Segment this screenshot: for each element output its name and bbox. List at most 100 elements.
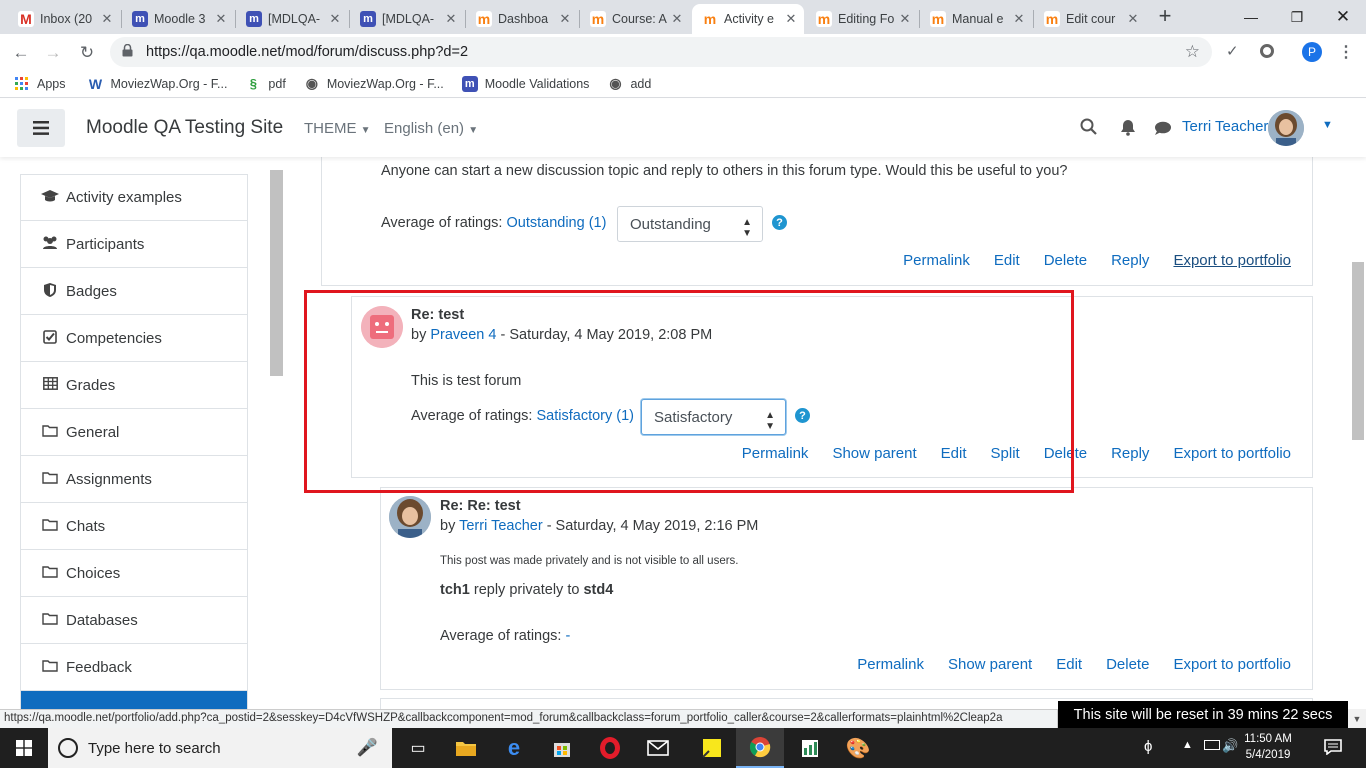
new-tab-plus-icon[interactable]: + xyxy=(1152,4,1178,30)
file-explorer-icon[interactable] xyxy=(442,728,490,768)
tab-inbox[interactable]: M Inbox (20 ✕ xyxy=(8,4,120,34)
reply-link[interactable]: Reply xyxy=(1111,252,1149,269)
author-link[interactable]: Terri Teacher xyxy=(459,518,543,534)
reply-link[interactable]: Reply xyxy=(1111,445,1149,462)
sidebar-item-chats[interactable]: Chats xyxy=(20,503,248,550)
eyedropper-extension-icon[interactable]: ✓ xyxy=(1226,42,1239,60)
messages-chat-icon[interactable] xyxy=(1154,121,1172,139)
bookmark-add[interactable]: ◉ add xyxy=(607,75,651,92)
restore-icon[interactable]: ❐ xyxy=(1274,0,1320,34)
export-portfolio-link[interactable]: Export to portfolio xyxy=(1173,445,1291,462)
sidebar-item-badges[interactable]: Badges xyxy=(20,268,248,315)
sidebar-item-participants[interactable]: Participants xyxy=(20,221,248,268)
paint-icon[interactable]: 🎨 xyxy=(834,728,882,768)
page-scrollbar-thumb[interactable] xyxy=(1352,262,1364,440)
tab-editing-forum[interactable]: m Editing Fo ✕ xyxy=(806,4,918,34)
user-avatar[interactable] xyxy=(1268,110,1304,146)
browser-menu-icon[interactable]: ⋮ xyxy=(1338,42,1354,62)
delete-link[interactable]: Delete xyxy=(1106,656,1149,673)
tray-expand-icon[interactable]: ▲ xyxy=(1182,739,1193,751)
back-arrow-icon[interactable]: ← xyxy=(10,42,32,64)
bookmark-moviezwap-1[interactable]: W MoviezWap.Org - F... xyxy=(88,76,228,92)
sidebar-item-general[interactable]: General xyxy=(20,409,248,456)
bookmark-star-icon[interactable]: ☆ xyxy=(1185,42,1200,62)
task-view-icon[interactable]: ▭ xyxy=(394,728,442,768)
bookmark-apps[interactable]: Apps xyxy=(14,76,66,92)
close-icon[interactable]: ✕ xyxy=(898,11,912,27)
sticky-notes-icon[interactable] xyxy=(688,728,736,768)
forward-arrow-icon[interactable]: → xyxy=(42,42,64,64)
store-icon[interactable] xyxy=(538,728,586,768)
mail-icon[interactable] xyxy=(634,728,682,768)
minimize-icon[interactable]: — xyxy=(1228,0,1274,34)
close-icon[interactable]: ✕ xyxy=(1012,11,1026,27)
spreadsheet-app-icon[interactable] xyxy=(786,728,834,768)
sidebar-item-feedback[interactable]: Feedback xyxy=(20,644,248,691)
tab-dashboard[interactable]: m Dashboa ✕ xyxy=(466,4,578,34)
volume-icon[interactable]: 🔊 xyxy=(1222,738,1238,754)
close-icon[interactable]: ✕ xyxy=(1126,11,1140,27)
extension-circle-icon[interactable] xyxy=(1260,44,1274,58)
close-icon[interactable]: ✕ xyxy=(214,11,228,27)
bookmark-moviezwap-2[interactable]: ◉ MoviezWap.Org - F... xyxy=(304,75,444,92)
tab-manual[interactable]: m Manual e ✕ xyxy=(920,4,1032,34)
tab-course[interactable]: m Course: A ✕ xyxy=(580,4,690,34)
sidebar-item-choices[interactable]: Choices xyxy=(20,550,248,597)
close-icon[interactable]: ✕ xyxy=(328,11,342,27)
taskbar-clock[interactable]: 11:50 AM 5/4/2019 xyxy=(1238,731,1298,763)
edit-link[interactable]: Edit xyxy=(994,252,1020,269)
sidebar-item-activity-examples[interactable]: Activity examples xyxy=(20,174,248,221)
edge-browser-icon[interactable]: e xyxy=(490,728,538,768)
language-dropdown[interactable]: English (en) ▼ xyxy=(384,120,478,137)
user-name[interactable]: Terri Teacher xyxy=(1182,118,1268,135)
notifications-bell-icon[interactable] xyxy=(1120,119,1136,139)
site-name-link[interactable]: Moodle QA Testing Site xyxy=(86,117,283,139)
export-portfolio-link[interactable]: Export to portfolio xyxy=(1173,252,1291,269)
permalink-link[interactable]: Permalink xyxy=(857,656,924,673)
tab-activity-examples[interactable]: m Activity e ✕ xyxy=(692,4,804,34)
permalink-link[interactable]: Permalink xyxy=(903,252,970,269)
help-icon[interactable]: ? xyxy=(772,215,787,230)
author-avatar[interactable] xyxy=(389,496,431,538)
close-icon[interactable]: ✕ xyxy=(784,11,798,27)
rating-select[interactable]: Outstanding ▲ ▼ xyxy=(617,206,763,242)
sidebar-item-assignments[interactable]: Assignments xyxy=(20,456,248,503)
drawer-toggle-button[interactable] xyxy=(17,109,65,147)
show-parent-link[interactable]: Show parent xyxy=(948,656,1032,673)
theme-dropdown[interactable]: THEME ▼ xyxy=(304,120,371,137)
sidebar-item-competencies[interactable]: Competencies xyxy=(20,315,248,362)
bookmark-moodle-validations[interactable]: m Moodle Validations xyxy=(461,75,589,92)
opera-icon[interactable] xyxy=(586,728,634,768)
tab-mdlqa-1[interactable]: m [MDLQA- ✕ xyxy=(236,4,348,34)
sidebar-item-databases[interactable]: Databases xyxy=(20,597,248,644)
ratings-value-link[interactable]: Outstanding (1) xyxy=(506,215,606,231)
ratings-value-link[interactable]: - xyxy=(565,628,570,644)
tab-moodle-3[interactable]: m Moodle 3 ✕ xyxy=(122,4,234,34)
edit-link[interactable]: Edit xyxy=(1056,656,1082,673)
tab-mdlqa-2[interactable]: m [MDLQA- ✕ xyxy=(350,4,464,34)
profile-avatar[interactable]: P xyxy=(1302,42,1322,62)
close-icon[interactable]: ✕ xyxy=(100,11,114,27)
close-icon[interactable]: ✕ xyxy=(444,11,458,27)
window-close-icon[interactable]: ✕ xyxy=(1320,0,1366,34)
reload-icon[interactable]: ↻ xyxy=(76,42,98,64)
sidebar-item-grades[interactable]: Grades xyxy=(20,362,248,409)
search-icon[interactable] xyxy=(1080,118,1097,138)
close-icon[interactable]: ✕ xyxy=(670,11,684,27)
bookmark-pdf[interactable]: § pdf xyxy=(245,76,286,92)
url-input[interactable]: https://qa.moodle.net/mod/forum/discuss.… xyxy=(110,37,1212,67)
delete-link[interactable]: Delete xyxy=(1044,252,1087,269)
close-icon[interactable]: ✕ xyxy=(558,11,572,27)
chrome-icon[interactable] xyxy=(736,728,784,768)
taskbar-search-input[interactable]: Type here to search 🎤 xyxy=(48,728,392,768)
people-icon[interactable]: ϕ xyxy=(1144,738,1152,755)
windows-start-icon[interactable] xyxy=(0,728,48,768)
export-portfolio-link[interactable]: Export to portfolio xyxy=(1173,656,1291,673)
tab-edit-course[interactable]: m Edit cour ✕ xyxy=(1034,4,1146,34)
drawer-scrollbar-thumb[interactable] xyxy=(270,170,283,376)
battery-icon[interactable] xyxy=(1204,740,1220,750)
action-center-icon[interactable] xyxy=(1324,739,1342,758)
scroll-down-arrow-icon[interactable]: ▼ xyxy=(1348,709,1366,728)
microphone-icon[interactable]: 🎤 xyxy=(357,738,378,758)
user-menu-caret-icon[interactable]: ▼ xyxy=(1322,119,1333,131)
